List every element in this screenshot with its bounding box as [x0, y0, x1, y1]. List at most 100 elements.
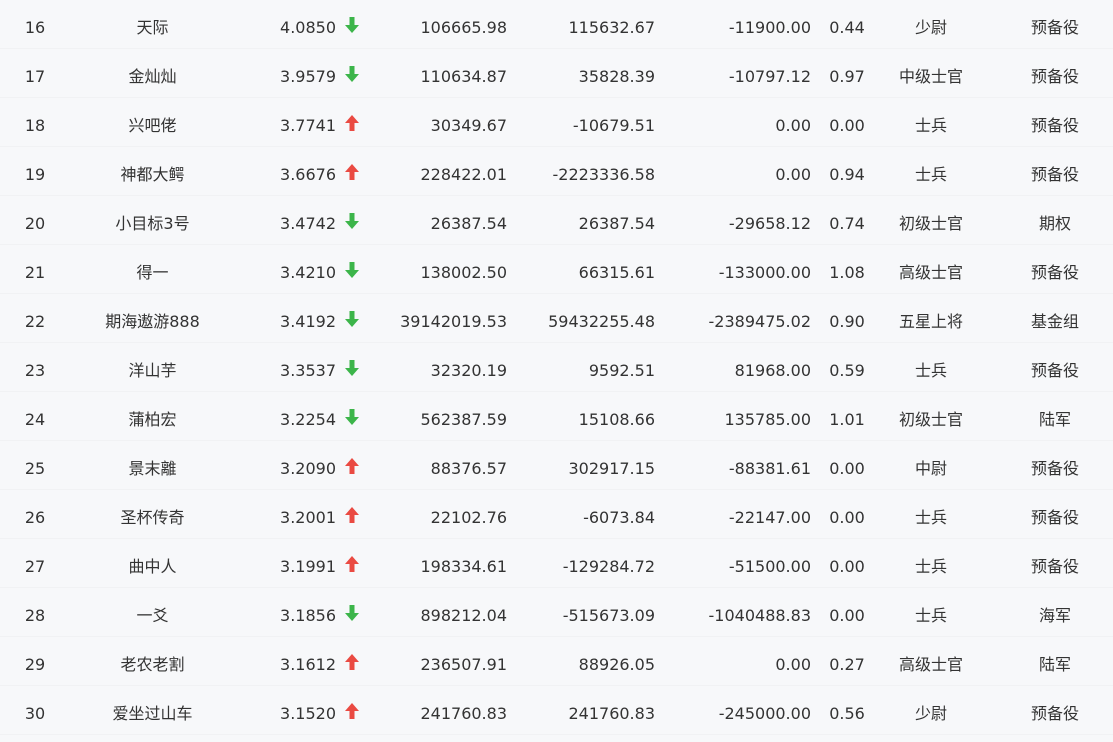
ratio-cell: 0.94 [829, 165, 865, 184]
ratio-cell: 0.00 [829, 557, 865, 576]
trader-name-cell[interactable]: 一爻 [70, 588, 235, 636]
table-row[interactable]: 27 曲中人 3.1991 198334.61 -129284.72 -5150… [0, 539, 1113, 588]
score-cell: 3.1856 [280, 606, 336, 625]
rank-cell: 17 [24, 67, 46, 86]
table-row[interactable]: 30 爱坐过山车 3.1520 241760.83 241760.83 -245… [0, 686, 1113, 735]
table-row[interactable]: 19 神都大鳄 3.6676 228422.01 -2223336.58 0.0… [0, 147, 1113, 196]
value2-cell: 241760.83 [568, 704, 655, 723]
level-cell: 士兵 [914, 606, 947, 625]
group-cell: 基金组 [1030, 312, 1079, 331]
value2-cell: 59432255.48 [548, 312, 655, 331]
value1-cell: 110634.87 [420, 67, 507, 86]
value1-cell: 562387.59 [420, 410, 507, 429]
level-cell: 士兵 [914, 508, 947, 527]
arrow-up-icon [344, 490, 362, 538]
score-cell: 3.6676 [280, 165, 336, 184]
level-cell: 少尉 [914, 704, 947, 723]
score-cell: 3.1520 [280, 704, 336, 723]
group-cell: 预备役 [1030, 116, 1079, 135]
ratio-cell: 0.00 [829, 116, 865, 135]
table-row[interactable]: 21 得一 3.4210 138002.50 66315.61 -133000.… [0, 245, 1113, 294]
ratio-cell: 0.00 [829, 459, 865, 478]
table-row[interactable]: 29 老农老割 3.1612 236507.91 88926.05 0.00 0… [0, 637, 1113, 686]
level-cell: 士兵 [914, 116, 947, 135]
trader-name-cell[interactable]: 洋山芋 [70, 343, 235, 391]
table-row[interactable]: 22 期海遨游888 3.4192 39142019.53 59432255.4… [0, 294, 1113, 343]
rank-cell: 23 [24, 361, 46, 380]
trader-name-cell[interactable]: 期海遨游888 [70, 294, 235, 342]
value2-cell: -10679.51 [572, 116, 655, 135]
table-row[interactable]: 28 一爻 3.1856 898212.04 -515673.09 -10404… [0, 588, 1113, 637]
table-row[interactable]: 18 兴吧佬 3.7741 30349.67 -10679.51 0.00 0.… [0, 98, 1113, 147]
value1-cell: 88376.57 [430, 459, 507, 478]
value2-cell: 66315.61 [578, 263, 655, 282]
ratio-cell: 1.08 [829, 263, 865, 282]
value2-cell: -2223336.58 [552, 165, 655, 184]
value2-cell: -129284.72 [562, 557, 655, 576]
value3-cell: 0.00 [775, 116, 811, 135]
ratio-cell: 0.90 [829, 312, 865, 331]
ratio-cell: 0.00 [829, 508, 865, 527]
trader-name-cell[interactable]: 神都大鳄 [70, 147, 235, 195]
level-cell: 少尉 [914, 18, 947, 37]
group-cell: 预备役 [1030, 361, 1079, 380]
rank-cell: 30 [24, 704, 46, 723]
trader-name-cell[interactable]: 蒲柏宏 [70, 392, 235, 440]
value3-cell: -133000.00 [718, 263, 811, 282]
trader-name-cell[interactable]: 小目标3号 [70, 196, 235, 244]
value2-cell: 115632.67 [568, 18, 655, 37]
level-cell: 初级士官 [898, 410, 963, 429]
trader-name-cell[interactable]: 圣杯传奇 [70, 490, 235, 538]
level-cell: 初级士官 [898, 214, 963, 233]
group-cell: 预备役 [1030, 67, 1079, 86]
value1-cell: 198334.61 [420, 557, 507, 576]
table-row[interactable]: 17 金灿灿 3.9579 110634.87 35828.39 -10797.… [0, 49, 1113, 98]
trader-name-cell[interactable]: 兴吧佬 [70, 98, 235, 146]
table-row[interactable]: 16 天际 4.0850 106665.98 115632.67 -11900.… [0, 0, 1113, 49]
ratio-cell: 0.27 [829, 655, 865, 674]
trader-name-cell[interactable]: 老农老割 [70, 637, 235, 685]
value1-cell: 898212.04 [420, 606, 507, 625]
table-row[interactable]: 23 洋山芋 3.3537 32320.19 9592.51 81968.00 … [0, 343, 1113, 392]
score-cell: 4.0850 [280, 18, 336, 37]
rank-cell: 22 [24, 312, 46, 331]
trader-name-cell[interactable]: 金灿灿 [70, 49, 235, 97]
table-row[interactable]: 20 小目标3号 3.4742 26387.54 26387.54 -29658… [0, 196, 1113, 245]
table-row[interactable]: 24 蒲柏宏 3.2254 562387.59 15108.66 135785.… [0, 392, 1113, 441]
score-cell: 3.1991 [280, 557, 336, 576]
value3-cell: 0.00 [775, 165, 811, 184]
level-cell: 士兵 [914, 361, 947, 380]
value1-cell: 106665.98 [420, 18, 507, 37]
ratio-cell: 0.44 [829, 18, 865, 37]
rank-cell: 18 [24, 116, 46, 135]
arrow-up-icon [344, 98, 362, 146]
trader-name-cell[interactable]: 得一 [70, 245, 235, 293]
rank-cell: 21 [24, 263, 46, 282]
group-cell: 预备役 [1030, 263, 1079, 282]
trader-name-cell[interactable]: 爱坐过山车 [70, 686, 235, 734]
score-cell: 3.4210 [280, 263, 336, 282]
trader-name-cell[interactable]: 景末離 [70, 441, 235, 489]
level-cell: 高级士官 [898, 655, 963, 674]
rank-cell: 26 [24, 508, 46, 527]
score-cell: 3.9579 [280, 67, 336, 86]
score-cell: 3.2001 [280, 508, 336, 527]
arrow-down-icon [344, 245, 362, 293]
group-cell: 预备役 [1030, 18, 1079, 37]
arrow-down-icon [344, 588, 362, 636]
value3-cell: -10797.12 [728, 67, 811, 86]
group-cell: 预备役 [1030, 459, 1079, 478]
level-cell: 高级士官 [898, 263, 963, 282]
value3-cell: -1040488.83 [708, 606, 811, 625]
value1-cell: 228422.01 [420, 165, 507, 184]
value3-cell: 0.00 [775, 655, 811, 674]
value2-cell: 35828.39 [578, 67, 655, 86]
table-row[interactable]: 26 圣杯传奇 3.2001 22102.76 -6073.84 -22147.… [0, 490, 1113, 539]
trader-name-cell[interactable]: 天际 [70, 0, 235, 48]
table-row[interactable]: 25 景末離 3.2090 88376.57 302917.15 -88381.… [0, 441, 1113, 490]
rank-cell: 16 [24, 18, 46, 37]
value2-cell: -515673.09 [562, 606, 655, 625]
trader-name-cell[interactable]: 曲中人 [70, 539, 235, 587]
level-cell: 五星上将 [898, 312, 963, 331]
score-cell: 3.4192 [280, 312, 336, 331]
